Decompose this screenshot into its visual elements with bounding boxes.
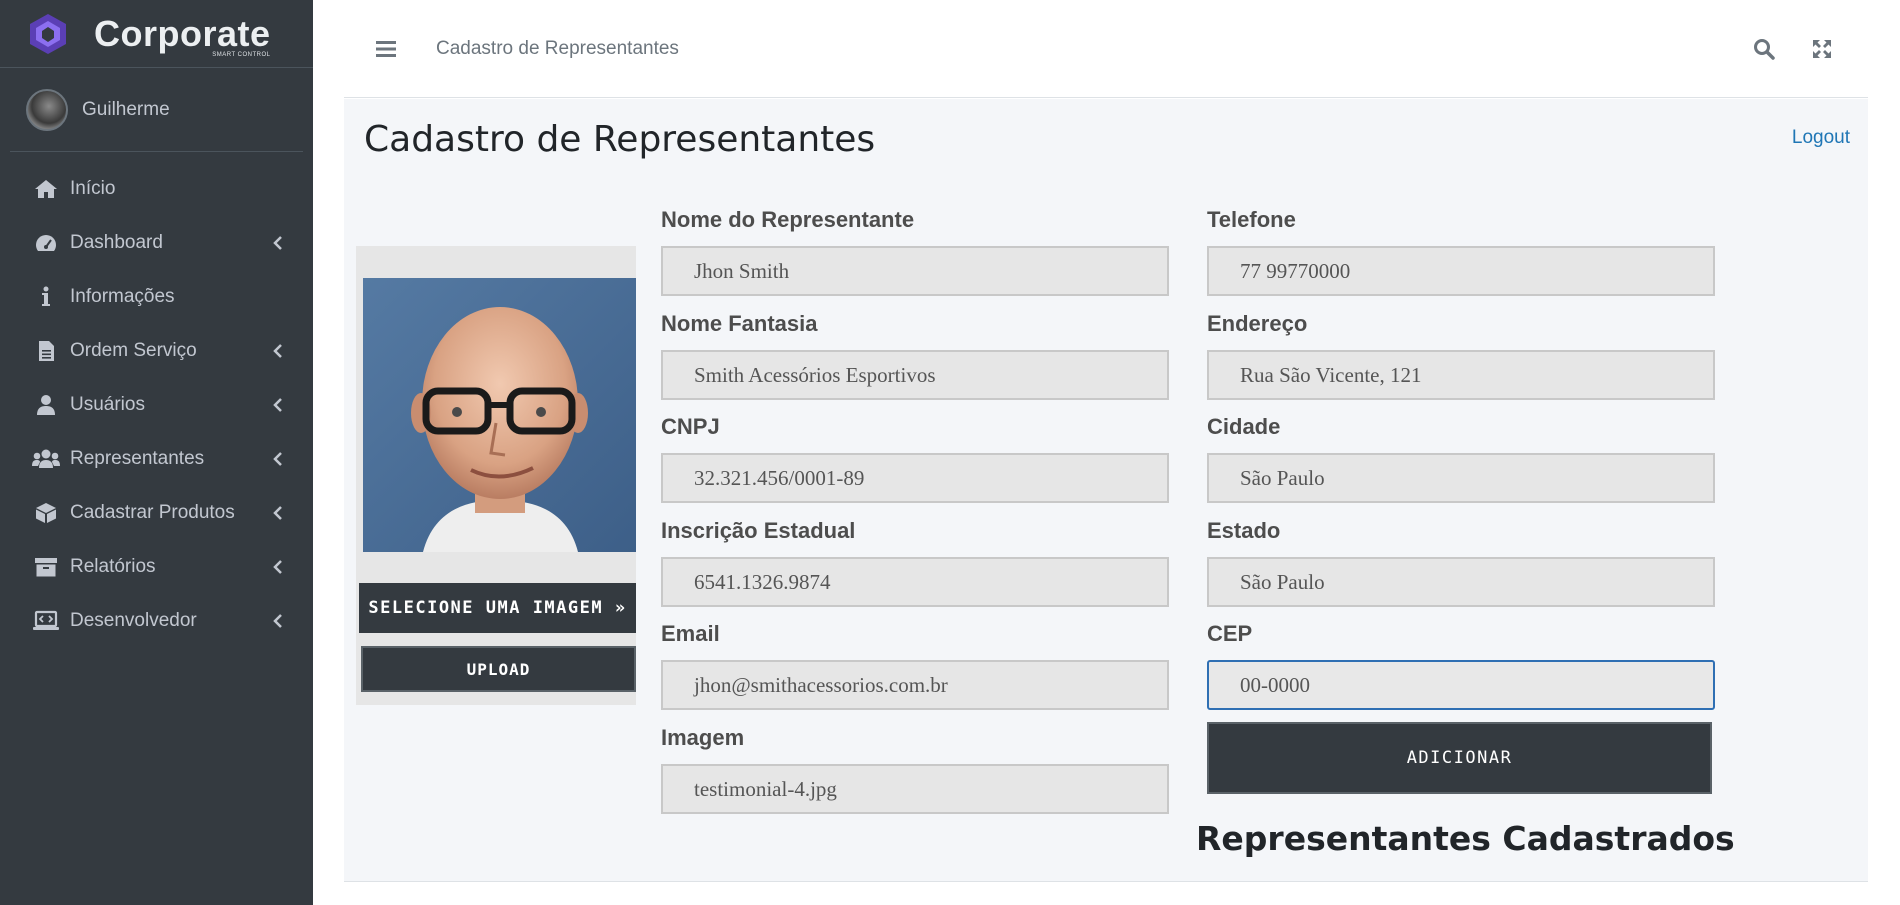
imagem-label: Imagem [661, 725, 745, 750]
cnpj-label: CNPJ [661, 414, 720, 439]
cidade-label: Cidade [1207, 414, 1281, 439]
inscricao-estadual-label: Inscrição Estadual [661, 518, 856, 543]
sidebar-item-label: Ordem Serviço [70, 340, 197, 361]
nome-input[interactable]: Jhon Smith [661, 246, 1169, 296]
fantasia-input[interactable]: Smith Acessórios Esportivos [661, 350, 1169, 400]
sidebar-item-relatorios[interactable]: Relatórios [0, 540, 313, 594]
chevron-left-icon [271, 236, 285, 250]
brand-subtitle: SMART CONTROL [212, 51, 271, 58]
topbar-title[interactable]: Cadastro de Representantes [436, 38, 679, 60]
sidebar-item-inicio[interactable]: Início [0, 162, 313, 216]
laptop-code-icon [32, 610, 60, 632]
user-icon [32, 394, 60, 416]
sidebar-item-dashboard[interactable]: Dashboard [0, 216, 313, 270]
page-title: Cadastro de Representantes [364, 119, 876, 160]
search-icon [1754, 38, 1775, 60]
upload-button[interactable]: UPLOAD [361, 646, 636, 692]
chevron-left-icon [271, 452, 285, 466]
email-label: Email [661, 621, 720, 646]
cnpj-input[interactable]: 32.321.456/0001-89 [661, 453, 1169, 503]
sidebar-item-label: Desenvolvedor [70, 610, 197, 631]
avatar [26, 88, 68, 131]
window-right-edge [1868, 0, 1900, 905]
sidebar-item-label: Relatórios [70, 556, 156, 577]
expand-icon [1813, 39, 1831, 58]
fullscreen-button[interactable] [1802, 29, 1842, 69]
estado-label: Estado [1207, 518, 1281, 543]
imagem-input[interactable]: testimonial-4.jpg [661, 764, 1169, 814]
brand-logo-icon [30, 13, 66, 54]
representantes-cadastrados-heading: Representantes Cadastrados [1196, 819, 1735, 858]
sidebar-item-label: Início [70, 178, 116, 199]
topbar-actions [1726, 29, 1842, 69]
representative-photo [363, 278, 636, 552]
hamburger-icon [376, 40, 396, 57]
sidebar-item-label: Cadastrar Produtos [70, 502, 235, 523]
sidebar-item-ordem-servico[interactable]: Ordem Serviço [0, 324, 313, 378]
home-icon [32, 178, 60, 200]
email-input[interactable]: jhon@smithacessorios.com.br [661, 660, 1169, 710]
sidebar-nav: Início Dashboard Informações Ordem Servi… [0, 162, 313, 648]
sidebar-item-desenvolvedor[interactable]: Desenvolvedor [0, 594, 313, 648]
sidebar-item-label: Dashboard [70, 232, 163, 253]
sidebar-item-usuarios[interactable]: Usuários [0, 378, 313, 432]
fantasia-label: Nome Fantasia [661, 311, 818, 336]
menu-toggle-button[interactable] [366, 29, 406, 69]
nome-label: Nome do Representante [661, 207, 915, 232]
sidebar-item-label: Informações [70, 286, 175, 307]
chevron-left-icon [271, 560, 285, 574]
cidade-input[interactable]: São Paulo [1207, 453, 1715, 503]
chevron-left-icon [271, 344, 285, 358]
brand-name: Corporate [94, 12, 271, 54]
cep-input[interactable]: 00-0000 [1207, 660, 1715, 710]
search-button[interactable] [1744, 29, 1784, 69]
telefone-label: Telefone [1207, 207, 1296, 232]
brand-text: Corporate SMART CONTROL [94, 12, 271, 58]
tachometer-icon [32, 232, 60, 254]
sidebar-item-informacoes[interactable]: Informações [0, 270, 313, 324]
chevron-left-icon [271, 398, 285, 412]
select-image-button[interactable]: SELECIONE UMA IMAGEM » [359, 583, 636, 633]
image-panel: SELECIONE UMA IMAGEM » UPLOAD [356, 246, 636, 705]
brand[interactable]: Corporate SMART CONTROL [0, 0, 313, 68]
adicionar-button[interactable]: ADICIONAR [1207, 722, 1712, 794]
file-icon [32, 340, 60, 362]
top-navbar: Cadastro de Representantes [344, 0, 1868, 98]
estado-input[interactable]: São Paulo [1207, 557, 1715, 607]
chevron-left-icon [271, 614, 285, 628]
chevron-left-icon [271, 506, 285, 520]
info-icon [32, 286, 60, 308]
sidebar: Corporate SMART CONTROL Guilherme Início… [0, 0, 313, 905]
sidebar-item-cadastrar-produtos[interactable]: Cadastrar Produtos [0, 486, 313, 540]
sidebar-item-label: Usuários [70, 394, 145, 415]
endereco-input[interactable]: Rua São Vicente, 121 [1207, 350, 1715, 400]
main-content: Cadastro de Representantes Logout SELECI… [344, 99, 1868, 882]
cep-label: CEP [1207, 621, 1253, 646]
telefone-input[interactable]: 77 99770000 [1207, 246, 1715, 296]
archive-icon [32, 556, 60, 578]
box-icon [32, 502, 60, 524]
users-icon [32, 448, 60, 470]
inscricao-estadual-input[interactable]: 6541.1326.9874 [661, 557, 1169, 607]
user-panel[interactable]: Guilherme [10, 68, 303, 152]
user-name[interactable]: Guilherme [82, 99, 170, 121]
sidebar-item-representantes[interactable]: Representantes [0, 432, 313, 486]
logout-link[interactable]: Logout [1792, 127, 1850, 149]
endereco-label: Endereço [1207, 311, 1308, 336]
sidebar-item-label: Representantes [70, 448, 205, 469]
